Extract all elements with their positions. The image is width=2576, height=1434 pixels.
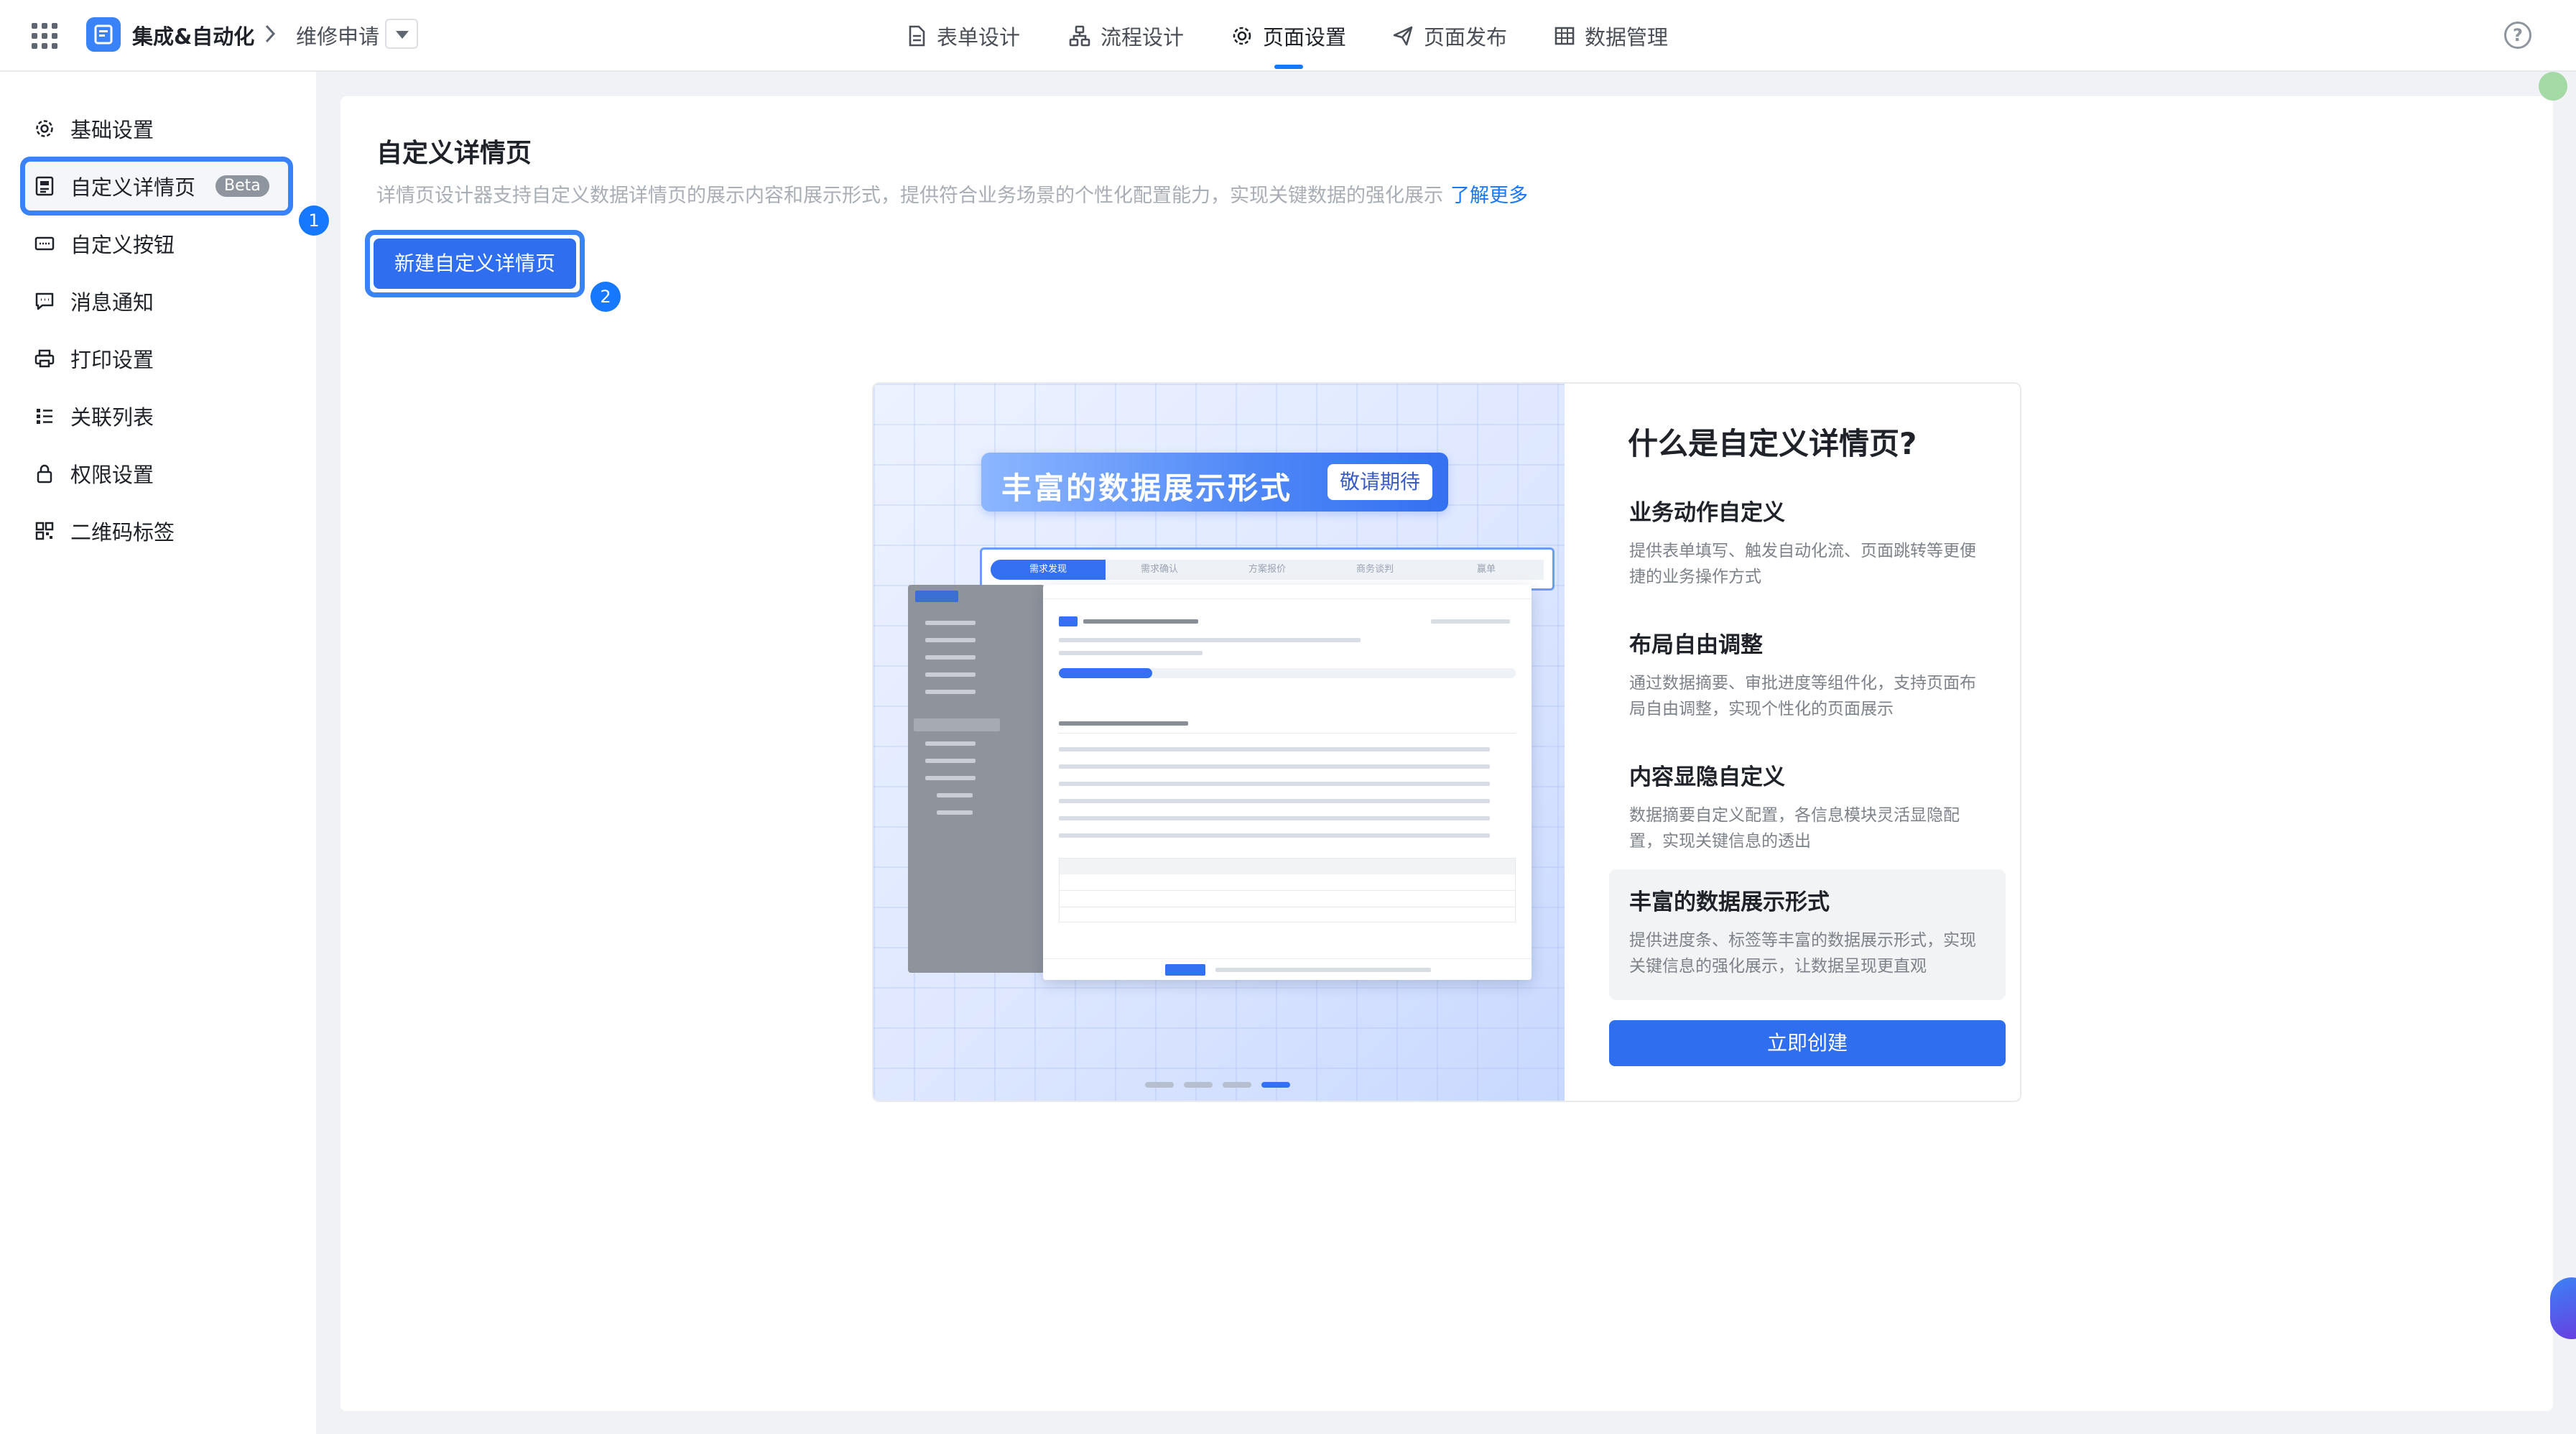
list-icon [37,409,52,424]
app-grid-icon[interactable] [30,22,59,50]
printer-icon [34,349,55,368]
progress-step: 方案报价 [1213,560,1321,580]
tab-page-settings[interactable]: 页面设置 [1231,0,1346,72]
help-icon[interactable]: ? [2504,22,2531,49]
feature-illustration: 丰富的数据展示形式 敬请期待 需求发现 需求确认 方案报价 商务谈判 赢单 [874,384,1565,1101]
form-name[interactable]: 维修申请 [296,20,379,50]
status-dot [2539,72,2567,101]
sidebar-item-message-notification[interactable]: 消息通知 [34,279,154,323]
progress-step: 需求确认 [1106,560,1213,580]
table-icon [1555,27,1575,45]
carousel-dot[interactable] [1145,1082,1174,1088]
feature-desc: 通过数据摘要、审批进度等组件化，支持页面布局自由调整，实现个性化的页面展示 [1629,674,1976,718]
banner-text: 丰富的数据展示形式 [1001,471,1293,506]
tab-flow-design[interactable]: 流程设计 [1069,0,1184,72]
tab-form-design[interactable]: 表单设计 [907,0,1020,72]
new-custom-detail-page-button[interactable]: 新建自定义详情页 [374,239,576,289]
app-logo-icon [86,17,121,52]
mock-app-sidebar [908,585,1044,973]
active-tab-indicator [1274,65,1303,69]
caret-down-icon [396,31,409,39]
gear-icon [1233,27,1251,45]
feature-title: 业务动作自定义 [1629,500,1785,526]
detail-page-icon [35,176,54,196]
sidebar-item-basic-settings[interactable]: 基础设置 [34,107,154,150]
feature-title: 丰富的数据展示形式 [1629,889,1830,915]
feature-title: 内容显隐自定义 [1629,764,1785,790]
carousel-dot[interactable] [1184,1082,1213,1088]
progress-step: 商务谈判 [1321,560,1429,580]
mock-detail-page [1043,585,1532,980]
sidebar-item-permission-settings[interactable]: 权限设置 [34,452,154,495]
feature-desc: 数据摘要自定义配置，各信息模块灵活显隐配置，实现关键信息的透出 [1629,806,1960,851]
message-icon [35,292,54,310]
document-icon [909,25,925,47]
feature-item[interactable]: 内容显隐自定义 数据摘要自定义配置，各信息模块灵活显隐配置，实现关键信息的透出 [1609,744,2006,869]
sidebar-item-print-settings[interactable]: 打印设置 [34,337,154,380]
form-switch-dropdown[interactable] [385,19,418,49]
feature-desc: 提供表单填写、触发自动化流、页面跳转等更便捷的业务操作方式 [1629,542,1976,586]
sidebar-item-related-list[interactable]: 关联列表 [34,394,154,438]
step-marker-2: 2 [590,282,621,312]
tab-page-publish[interactable]: 页面发布 [1392,0,1507,72]
feature-item[interactable]: 业务动作自定义 提供表单填写、触发自动化流、页面跳转等更便捷的业务操作方式 [1609,480,2006,604]
mock-table [1059,858,1516,922]
progress-step: 需求发现 [991,560,1106,580]
sidebar-item-custom-detail-page[interactable]: 自定义详情页 Beta [34,165,269,208]
carousel-indicator[interactable] [1145,1082,1290,1088]
intro-text-panel: 什么是自定义详情页? 业务动作自定义 提供表单填写、触发自动化流、页面跳转等更便… [1565,384,2020,1101]
lock-icon [37,464,52,484]
app-name[interactable]: 集成&自动化 [132,20,254,50]
create-now-button[interactable]: 立即创建 [1609,1020,2006,1066]
button-icon [34,236,55,251]
assistant-float-button[interactable] [2550,1277,2576,1339]
intro-title: 什么是自定义详情页? [1628,426,1917,461]
qrcode-icon [35,522,54,540]
chevron-right-icon [265,24,276,43]
feature-item-active[interactable]: 丰富的数据展示形式 提供进度条、标签等丰富的数据展示形式，实现关键信息的强化展示… [1609,869,2006,1000]
carousel-dot[interactable] [1223,1082,1251,1088]
top-bar: 集成&自动化 维修申请 表单设计 流程设计 页面设置 页面发布 数据管理 ? [0,0,2576,72]
beta-badge: Beta [216,175,269,197]
feature-desc: 提供进度条、标签等丰富的数据展示形式，实现关键信息的强化展示，让数据呈现更直观 [1629,931,1976,976]
progress-step: 赢单 [1429,560,1544,580]
feature-banner: 丰富的数据展示形式 敬请期待 [981,453,1448,512]
progress-strip: 需求发现 需求确认 方案报价 商务谈判 赢单 [980,547,1555,591]
flow-icon [1069,25,1090,47]
step-marker-1: 1 [299,205,329,236]
sidebar-item-qrcode-label[interactable]: 二维码标签 [34,509,175,552]
sidebar-item-custom-button[interactable]: 自定义按钮 [34,222,175,265]
intro-card: 丰富的数据展示形式 敬请期待 需求发现 需求确认 方案报价 商务谈判 赢单 什么… [872,382,2021,1102]
learn-more-link[interactable]: 了解更多 [1450,185,1528,207]
tab-data-management[interactable]: 数据管理 [1555,0,1668,72]
send-icon [1393,26,1413,46]
feature-title: 布局自由调整 [1629,632,1763,658]
coming-soon-pill: 敬请期待 [1328,464,1432,500]
gear-icon [36,120,53,137]
carousel-dot-active[interactable] [1261,1082,1290,1088]
sidebar [0,72,316,1434]
page-title: 自定义详情页 [376,139,532,168]
page-description: 详情页设计器支持自定义数据详情页的展示内容和展示形式，提供符合业务场景的个性化配… [376,185,1528,207]
feature-item[interactable]: 布局自由调整 通过数据摘要、审批进度等组件化，支持页面布局自由调整，实现个性化的… [1609,612,2006,736]
